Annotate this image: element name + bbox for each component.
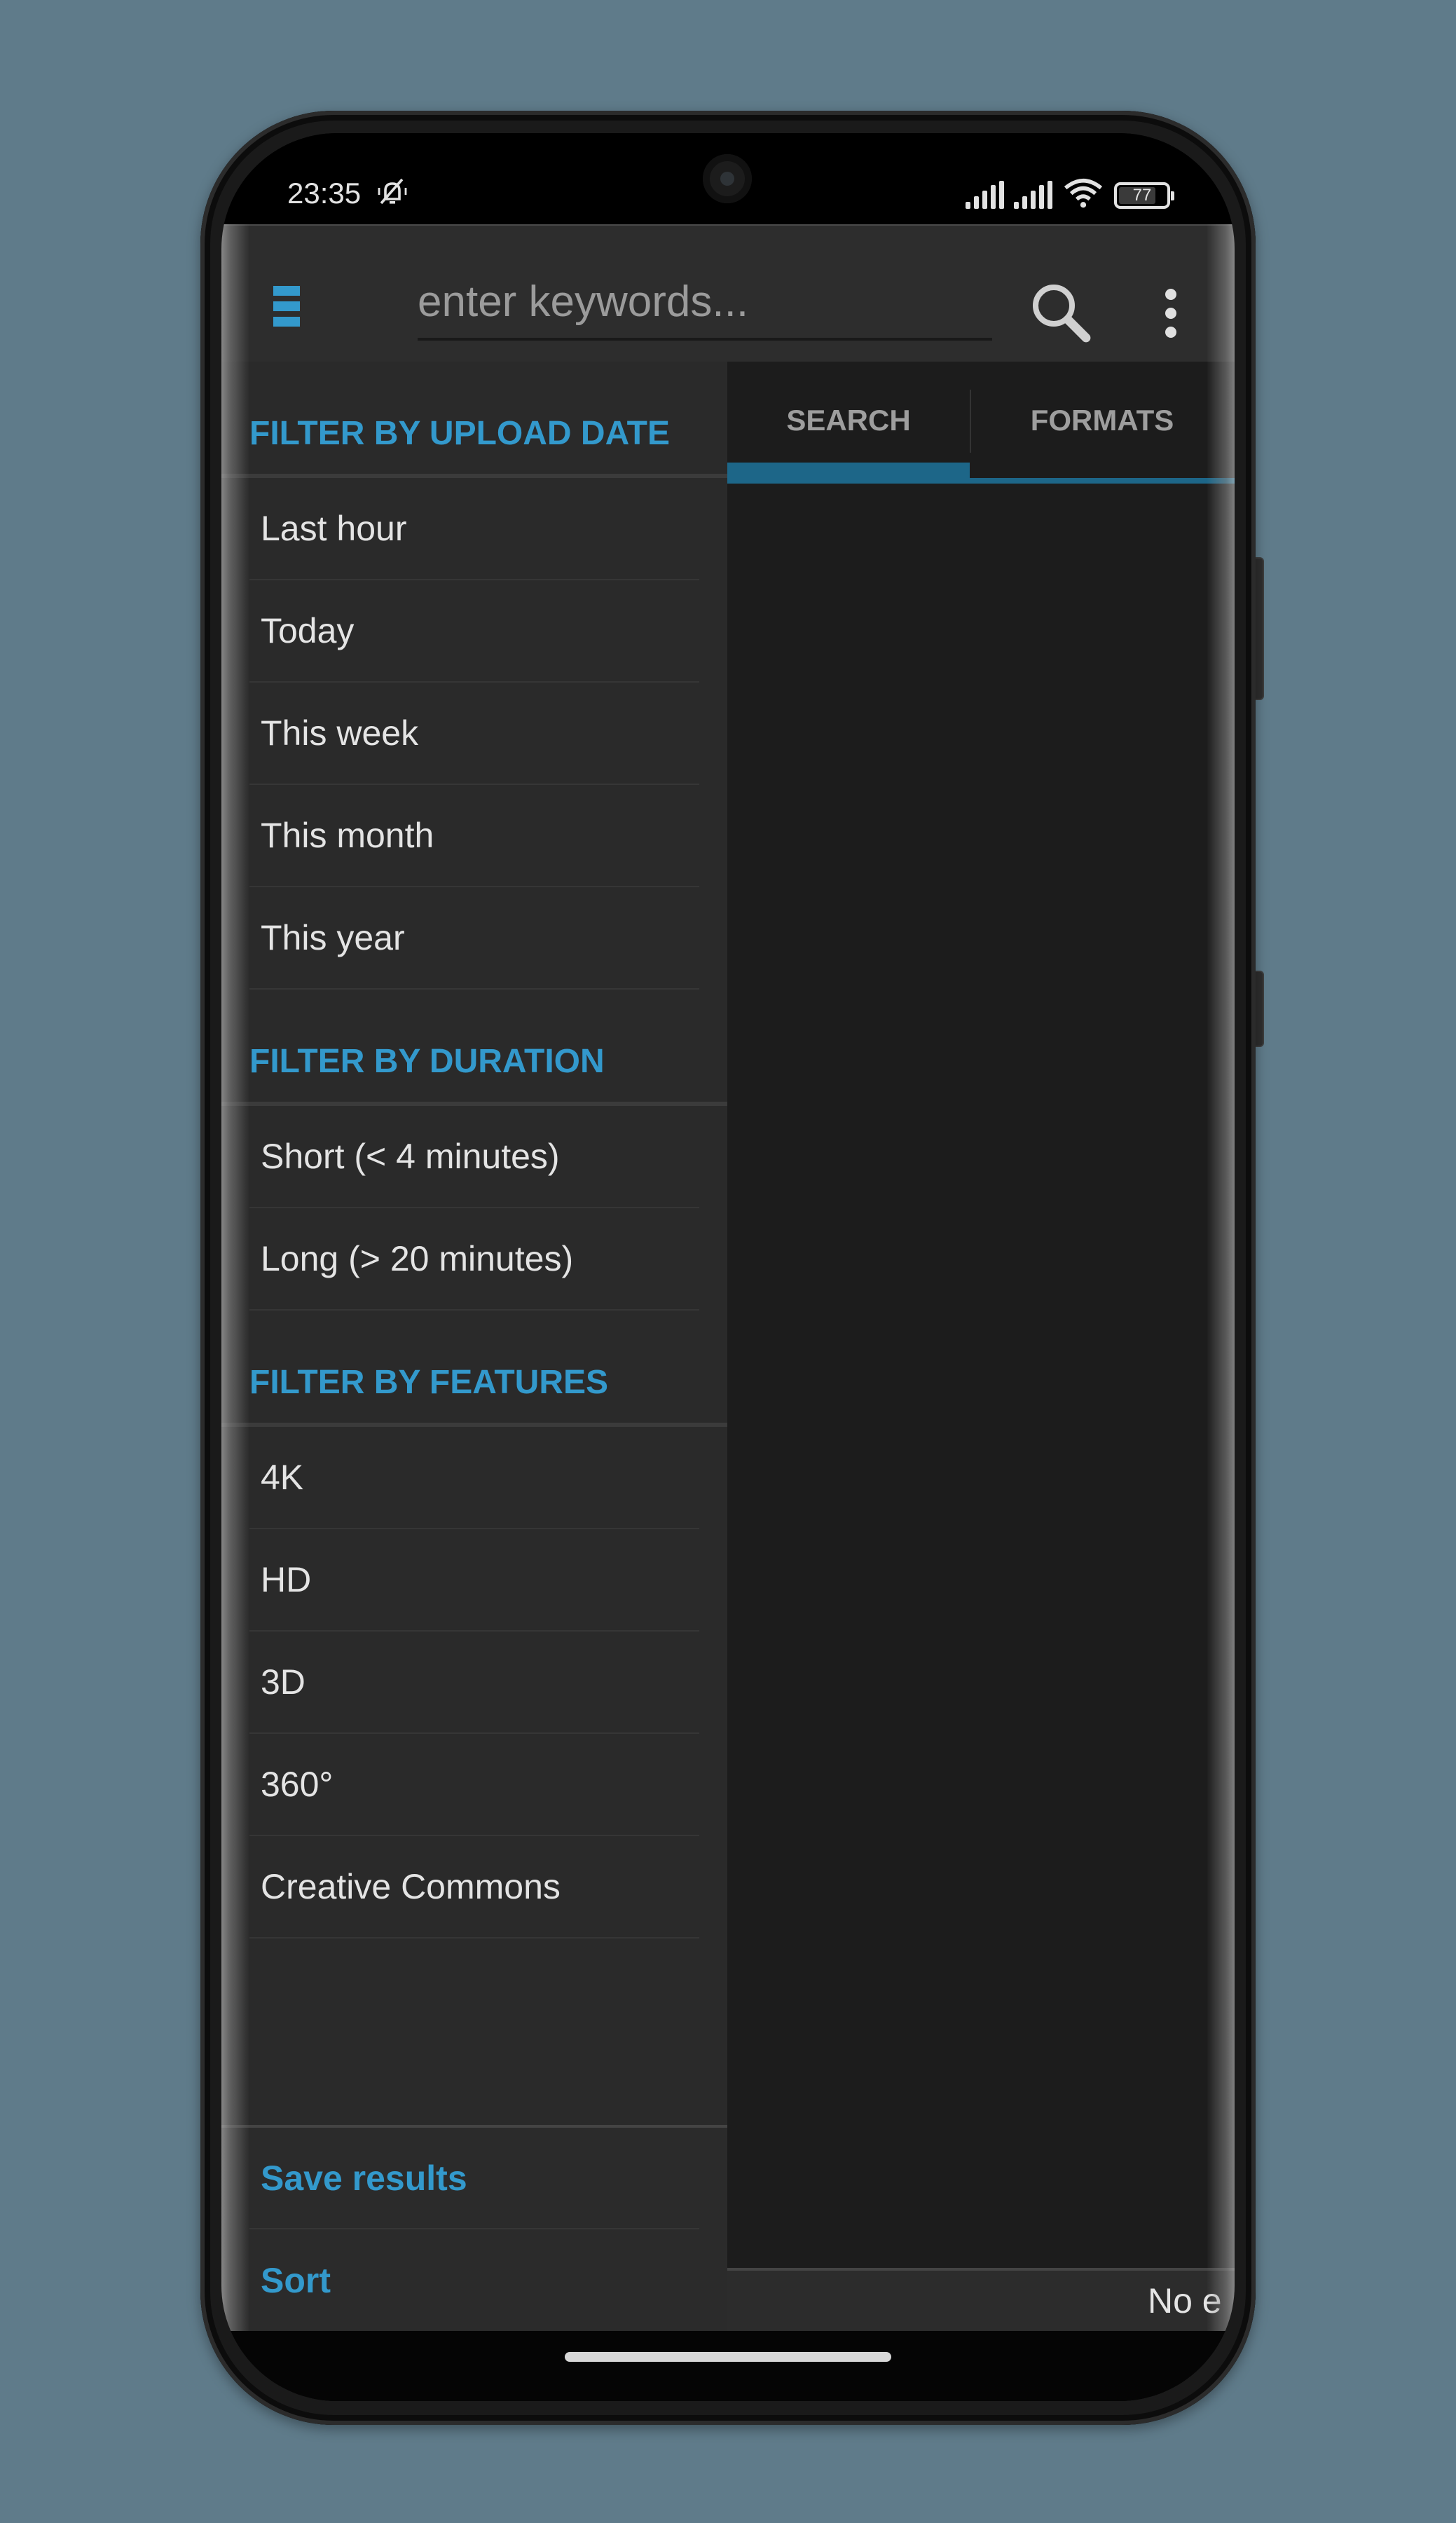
- section-title: FILTER BY UPLOAD DATE: [221, 362, 727, 478]
- phone-screen: 23:35 77 enter keywords... FILTER BY UPL…: [221, 133, 1235, 2401]
- bell-off-icon: [378, 178, 407, 205]
- filter-item-this-week[interactable]: This week: [249, 683, 699, 785]
- search-icon[interactable]: [1027, 279, 1094, 346]
- search-field: [418, 268, 992, 341]
- section-upload-date: FILTER BY UPLOAD DATE Last hour Today Th…: [221, 362, 727, 990]
- power-button: [1256, 971, 1264, 1047]
- more-vert-icon[interactable]: [1160, 289, 1181, 338]
- filter-item-short[interactable]: Short (< 4 minutes): [249, 1106, 699, 1208]
- filter-item-last-hour[interactable]: Last hour: [249, 478, 699, 580]
- menu-icon[interactable]: [273, 286, 300, 327]
- signal-icon: [1014, 181, 1052, 209]
- filter-item-3d[interactable]: 3D: [249, 1632, 699, 1734]
- filter-drawer: FILTER BY UPLOAD DATE Last hour Today Th…: [221, 362, 727, 2331]
- save-results-button[interactable]: Save results: [249, 2128, 699, 2229]
- section-title: FILTER BY DURATION: [221, 990, 727, 1106]
- tab-search[interactable]: SEARCH: [727, 362, 970, 479]
- tab-active-indicator: [727, 463, 970, 484]
- filter-item-this-month[interactable]: This month: [249, 785, 699, 887]
- section-features: FILTER BY FEATURES 4K HD 3D 360° Creativ…: [221, 1311, 727, 1939]
- filter-item-long[interactable]: Long (> 20 minutes): [249, 1208, 699, 1311]
- home-gesture-bar[interactable]: [565, 2352, 891, 2362]
- wifi-icon: [1064, 179, 1103, 208]
- filter-item-hd[interactable]: HD: [249, 1529, 699, 1632]
- tab-formats[interactable]: FORMATS: [970, 362, 1235, 479]
- search-input[interactable]: [418, 268, 992, 335]
- status-time: 23:35: [287, 177, 362, 210]
- drawer-actions: Save results Sort: [221, 2125, 727, 2331]
- section-duration: FILTER BY DURATION Short (< 4 minutes) L…: [221, 990, 727, 1311]
- footer-text: No e: [1148, 2281, 1222, 2320]
- filter-item-4k[interactable]: 4K: [249, 1427, 699, 1529]
- sort-button[interactable]: Sort: [249, 2229, 699, 2331]
- tab-underline: [970, 478, 1235, 484]
- status-icons: 77: [966, 175, 1174, 209]
- filter-item-360[interactable]: 360°: [249, 1734, 699, 1836]
- section-title: FILTER BY FEATURES: [221, 1311, 727, 1427]
- battery-icon: 77: [1114, 182, 1174, 209]
- signal-icon: [966, 181, 1004, 209]
- battery-level: 77: [1132, 186, 1152, 205]
- status-footer: No e: [727, 2268, 1235, 2331]
- front-camera: [703, 154, 752, 203]
- filter-item-today[interactable]: Today: [249, 580, 699, 683]
- volume-button: [1256, 557, 1264, 700]
- filter-item-this-year[interactable]: This year: [249, 887, 699, 990]
- navigation-bar: [221, 2331, 1235, 2401]
- tab-bar: SEARCH FORMATS: [727, 362, 1235, 485]
- main-content: SEARCH FORMATS No e: [727, 362, 1235, 2331]
- app-bar: [221, 224, 1235, 362]
- filter-item-creative-commons[interactable]: Creative Commons: [249, 1836, 699, 1939]
- status-bar: 23:35 77: [221, 133, 1235, 224]
